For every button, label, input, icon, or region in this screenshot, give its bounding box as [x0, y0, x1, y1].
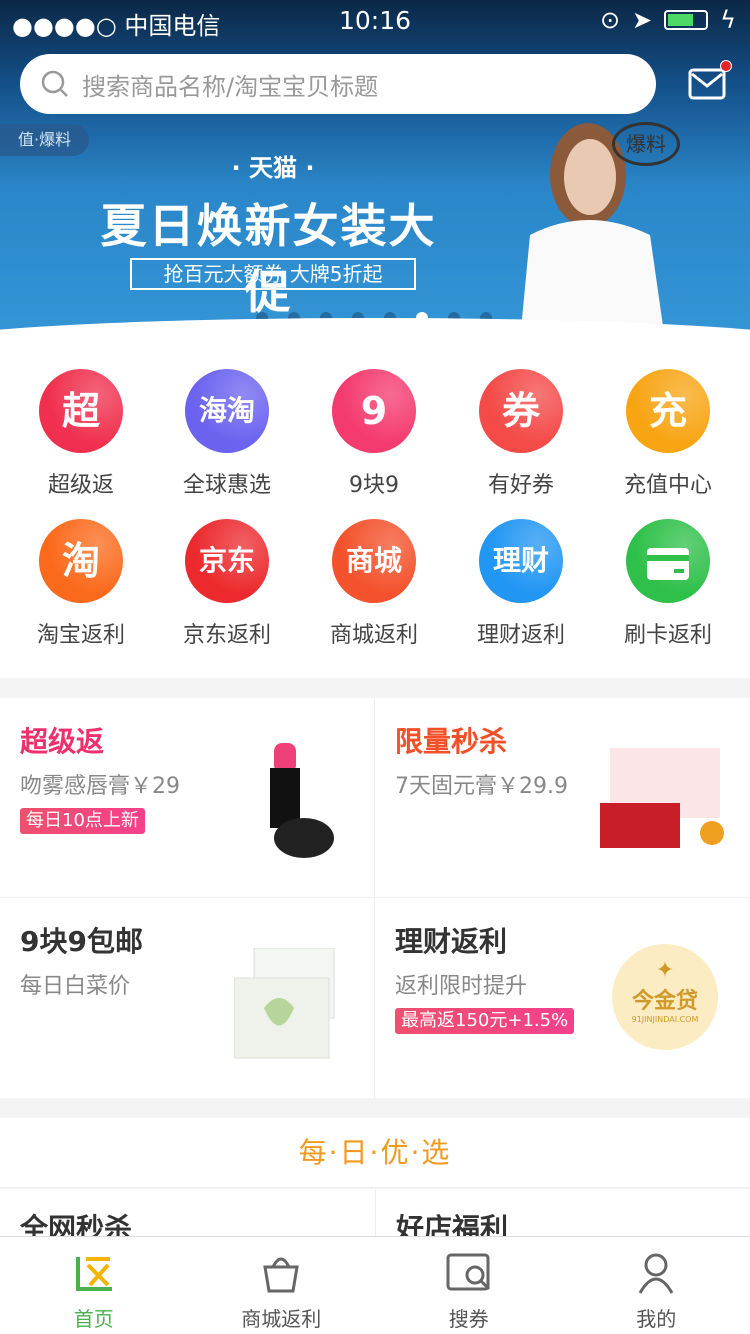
rebate-home-icon	[75, 1257, 112, 1291]
shortcut-item[interactable]: 海淘 全球惠选	[153, 369, 301, 499]
card-badge: 最高返150元+1.5%	[395, 1008, 575, 1034]
coupon-search-icon	[446, 1253, 490, 1291]
card-badge: 每日10点上新	[20, 808, 145, 834]
shortcut-item[interactable]: 9 9块9	[300, 369, 448, 499]
orientation-lock-icon: ⊙	[599, 6, 621, 34]
mask-pack-image	[234, 948, 335, 1059]
shopping-bag-icon	[263, 1257, 300, 1293]
search-input[interactable]: 搜索商品名称/淘宝宝贝标题	[20, 54, 656, 114]
notification-dot	[720, 60, 732, 72]
tab-label: 搜券	[448, 1307, 489, 1331]
user-icon	[638, 1253, 674, 1294]
shortcut-item[interactable]: 京东 京东返利	[153, 519, 301, 649]
promo-cards: 超级返 吻雾感唇膏￥29 每日10点上新 限量秒杀 7天固元膏￥29.9 9块9…	[0, 698, 750, 1098]
shortcut-label: 充值中心	[623, 473, 712, 498]
shortcut-icon: 商城	[332, 519, 416, 603]
card-title: 理财返利	[395, 925, 508, 958]
tab-label: 商城返利	[241, 1307, 322, 1331]
shortcut-icon: 9	[332, 369, 416, 453]
card-super-rebate[interactable]: 超级返 吻雾感唇膏￥29 每日10点上新	[0, 698, 375, 898]
shortcut-icon: 超	[39, 369, 123, 453]
shortcut-label: 9块9	[349, 473, 399, 498]
tab-mall-rebate[interactable]: 商城返利	[188, 1237, 376, 1334]
banner-brand: · 天猫 ·	[231, 154, 315, 182]
shortcut-icon	[626, 519, 710, 603]
shortcut-label: 商城返利	[329, 623, 418, 648]
card-desc: 吻雾感唇膏￥29	[20, 774, 180, 799]
shortcut-icon: 淘	[39, 519, 123, 603]
shortcut-grid: 超超级返 海淘 全球惠选 9 9块9 券有好券充充值中心淘淘宝返利 京东 京东返利 商城 商城返利…	[0, 340, 750, 678]
shortcut-label: 淘宝返利	[36, 623, 125, 648]
product-box-image	[600, 748, 724, 848]
card-title: 9块9包邮	[20, 925, 143, 958]
banner-headline: 夏日焕新女装大促	[100, 199, 437, 319]
charging-icon: ϟ	[720, 6, 736, 34]
shortcut-item[interactable]: 充充值中心	[594, 369, 742, 499]
tab-label: 我的	[636, 1307, 677, 1331]
shortcut-item[interactable]: 券有好券	[447, 369, 595, 499]
tab-label: 首页	[73, 1307, 114, 1331]
jinjindai-logo: ✦ 今金贷 91JINJINDAI.COM	[612, 944, 718, 1050]
card-flash-sale[interactable]: 限量秒杀 7天固元膏￥29.9	[375, 698, 750, 898]
tab-mine[interactable]: 我的	[563, 1237, 750, 1334]
card-desc: 返利限时提升	[395, 974, 528, 999]
shortcut-item[interactable]: 淘淘宝返利	[7, 519, 155, 649]
card-title: 限量秒杀	[395, 725, 508, 758]
shortcut-item[interactable]: 超超级返	[7, 369, 155, 499]
banner-stamp: 爆料	[612, 122, 680, 166]
banner[interactable]: 爆料 值·爆料 · 天猫 · 夏日焕新女装大促 抢百元大额券 大牌5折起	[0, 0, 750, 340]
shortcut-item[interactable]: 商城 商城返利	[300, 519, 448, 649]
card-9-9[interactable]: 9块9包邮 每日白菜价	[0, 898, 375, 1098]
shortcut-label: 全球惠选	[182, 473, 271, 498]
card-desc: 每日白菜价	[20, 974, 131, 999]
message-button[interactable]	[688, 60, 732, 106]
shortcut-label: 理财返利	[476, 623, 565, 648]
shortcut-label: 京东返利	[182, 623, 271, 648]
shortcut-label: 有好券	[487, 473, 554, 498]
lipstick-image	[270, 743, 334, 858]
location-icon: ➤	[632, 6, 653, 34]
card-title: 超级返	[20, 725, 105, 758]
search-placeholder: 搜索商品名称/淘宝宝贝标题	[82, 72, 379, 101]
search-icon	[41, 70, 68, 97]
daily-picks-header: 每·日·优·选	[0, 1118, 750, 1188]
battery-icon	[664, 10, 709, 30]
shortcut-icon: 充	[626, 369, 710, 453]
shortcut-icon: 理财	[479, 519, 563, 603]
banner-subtitle: 抢百元大额券 大牌5折起	[130, 258, 416, 290]
banner-tag[interactable]: 值·爆料	[0, 124, 90, 156]
card-finance[interactable]: 理财返利 返利限时提升 最高返150元+1.5% ✦ 今金贷 91JINJIND…	[375, 898, 750, 1098]
shortcut-icon: 券	[479, 369, 563, 453]
daily-title: 每·日·优·选	[298, 1136, 452, 1169]
shortcut-item[interactable]: 理财 理财返利	[447, 519, 595, 649]
shortcut-icon: 海淘	[185, 369, 269, 453]
shortcut-icon: 京东	[185, 519, 269, 603]
shortcut-label: 超级返	[47, 473, 114, 498]
card-desc: 7天固元膏￥29.9	[395, 774, 568, 799]
tab-search-coupons[interactable]: 搜券	[375, 1237, 563, 1334]
tab-home[interactable]: 首页	[0, 1237, 188, 1334]
shortcut-label: 刷卡返利	[623, 623, 712, 648]
shortcut-item[interactable]: 刷卡返利	[594, 519, 742, 649]
status-bar: ●●●●○ 中国电信 10:16 ⊙ ➤ ϟ	[0, 0, 750, 40]
tab-bar: 首页 商城返利 搜券 我的	[0, 1236, 750, 1334]
